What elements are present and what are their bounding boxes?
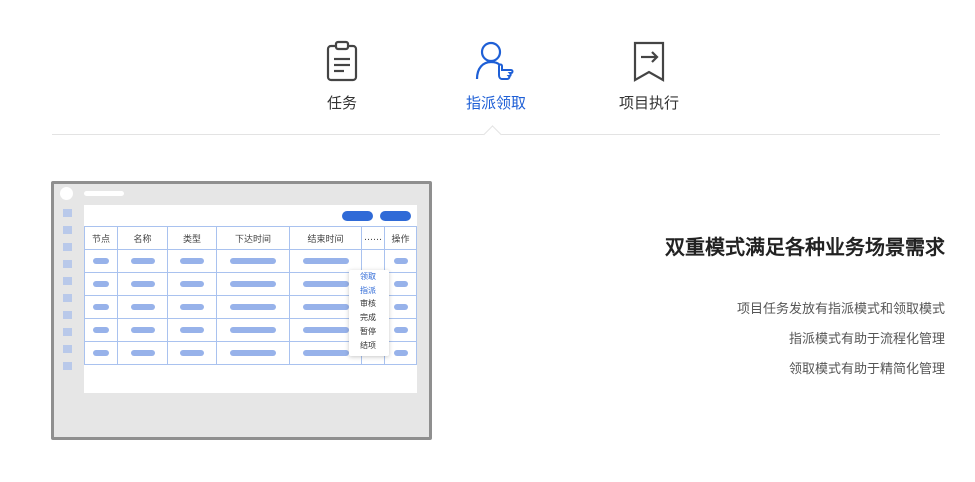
tab-label: 任务: [326, 94, 357, 112]
sidebar-square: [63, 209, 72, 217]
table-cell: [84, 341, 118, 365]
placeholder-bar: [93, 327, 109, 333]
table-cell: [216, 249, 290, 273]
placeholder-bar: [393, 258, 408, 264]
menu-item-assign[interactable]: 指派: [349, 284, 389, 298]
feature-line: 指派模式有助于流程化管理: [788, 332, 945, 347]
tab-project-execution[interactable]: 项目执行: [589, 40, 709, 113]
clipboard-icon: [326, 40, 358, 82]
menu-item-close[interactable]: 结项: [349, 339, 389, 353]
placeholder-bar: [93, 304, 109, 310]
bookmark-arrow-icon: [633, 41, 665, 82]
column-header: 下达时间: [216, 226, 290, 250]
placeholder-bar: [302, 350, 349, 356]
placeholder-bar: [180, 304, 204, 310]
menu-item-pause[interactable]: 暂停: [349, 325, 389, 339]
placeholder-bar: [180, 327, 204, 333]
sidebar-square: [63, 243, 72, 251]
table-cell: [84, 249, 118, 273]
placeholder-bar: [230, 281, 276, 287]
placeholder-bar: [130, 304, 155, 310]
placeholder-bar: [230, 258, 276, 264]
feature-line: 项目任务发放有指派模式和领取模式: [736, 302, 945, 317]
table-cell: [216, 341, 290, 365]
placeholder-bar: [393, 304, 408, 310]
placeholder-bar: [180, 350, 204, 356]
table-cell: [384, 318, 417, 342]
table-cell: [117, 341, 168, 365]
table-cell: [216, 318, 290, 342]
feature-line: 领取模式有助于精简化管理: [788, 362, 945, 377]
sidebar-square: [63, 311, 72, 319]
table-cell: [216, 295, 290, 319]
menu-item-review[interactable]: 审核: [349, 297, 389, 311]
table-cell: [216, 272, 290, 296]
table-cell: [384, 272, 417, 296]
sidebar-square: [63, 260, 72, 268]
placeholder-bar: [93, 281, 109, 287]
placeholder-bar: [302, 304, 349, 310]
feature-title: 双重模式满足各种业务场景需求: [665, 235, 945, 259]
illustration-button: [342, 211, 373, 221]
column-header: 结束时间: [289, 226, 362, 250]
tab-bar: 任务 指派领取 项目执行: [0, 0, 975, 144]
placeholder-bar: [302, 258, 349, 264]
placeholder-bar: [230, 350, 276, 356]
illustration-button: [380, 211, 411, 221]
tab-assign-claim[interactable]: 指派领取: [436, 40, 556, 113]
illustration-title-line: [84, 191, 124, 196]
action-menu: 领取 指派 审核 完成 暂停 结项: [349, 270, 389, 356]
active-tab-indicator: [483, 125, 502, 144]
table-cell: [167, 318, 217, 342]
menu-item-complete[interactable]: 完成: [349, 311, 389, 325]
table-cell: [384, 341, 417, 365]
placeholder-bar: [130, 281, 155, 287]
table-cell: [167, 272, 217, 296]
placeholder-bar: [93, 350, 109, 356]
placeholder-bar: [130, 350, 155, 356]
placeholder-bar: [302, 327, 349, 333]
placeholder-bar: [130, 258, 155, 264]
user-pointing-icon: [475, 41, 514, 80]
tab-task[interactable]: 任务: [282, 40, 402, 113]
placeholder-bar: [302, 281, 349, 287]
tab-label: 项目执行: [618, 94, 679, 112]
column-header: ……: [361, 226, 385, 250]
column-header: 节点: [84, 226, 118, 250]
table-cell: [384, 295, 417, 319]
table-cell: [117, 249, 168, 273]
placeholder-bar: [230, 327, 276, 333]
placeholder-bar: [130, 327, 155, 333]
table-cell: [167, 249, 217, 273]
column-header: 操作: [384, 226, 417, 250]
placeholder-bar: [393, 281, 408, 287]
menu-item-claim[interactable]: 领取: [349, 270, 389, 284]
column-header: 名称: [117, 226, 168, 250]
table-cell: [117, 272, 168, 296]
placeholder-bar: [393, 327, 408, 333]
sidebar-square: [63, 328, 72, 336]
sidebar-square: [63, 277, 72, 285]
sidebar-square: [63, 362, 72, 370]
table-cell: [167, 295, 217, 319]
placeholder-bar: [93, 258, 109, 264]
table-cell: [84, 318, 118, 342]
table-cell: [117, 295, 168, 319]
sidebar-square: [63, 226, 72, 234]
placeholder-bar: [180, 258, 204, 264]
table-cell: [84, 272, 118, 296]
table-cell: [384, 249, 417, 273]
table-cell: [84, 295, 118, 319]
table-header-row: 节点 名称 类型 下达时间 结束时间 …… 操作: [84, 226, 417, 250]
column-header: 类型: [167, 226, 217, 250]
tab-label: 指派领取: [465, 94, 526, 112]
sidebar-square: [63, 294, 72, 302]
placeholder-bar: [393, 350, 408, 356]
table-cell: [117, 318, 168, 342]
illustration-avatar-dot: [60, 187, 73, 200]
table-cell: [167, 341, 217, 365]
placeholder-bar: [180, 281, 204, 287]
placeholder-bar: [230, 304, 276, 310]
sidebar-square: [63, 345, 72, 353]
